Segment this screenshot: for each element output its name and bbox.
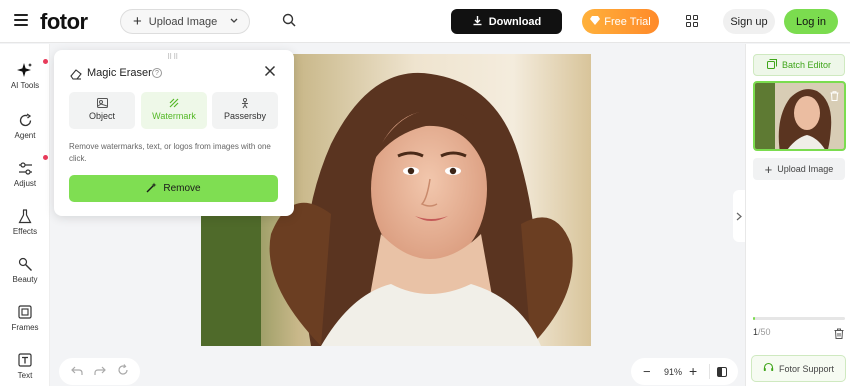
log-in-button[interactable]: Log in <box>784 9 838 34</box>
history-controls <box>59 358 140 385</box>
batch-icon <box>766 59 777 71</box>
plus-icon: + <box>764 161 773 177</box>
upload-image-label: Upload Image <box>777 164 834 174</box>
upload-progress-bar <box>753 317 845 320</box>
sidebar-item-label: Agent <box>14 131 36 140</box>
sidebar-item-label: Frames <box>11 323 39 332</box>
magic-wand-icon <box>146 182 157 196</box>
diamond-icon <box>590 15 601 28</box>
batch-editor-label: Batch Editor <box>781 60 832 70</box>
magic-eraser-panel: ⠿⠿ Magic Eraser ? Object Watermark Passe… <box>54 50 294 216</box>
sidebar-item-label: Text <box>17 371 33 380</box>
brush-icon <box>17 256 33 272</box>
headset-icon <box>763 362 774 375</box>
drag-handle-icon[interactable]: ⠿⠿ <box>167 53 179 61</box>
remove-label: Remove <box>163 183 201 194</box>
sidebar-item-agent[interactable]: Agent <box>0 112 50 140</box>
upload-image-button[interactable]: + Upload Image <box>120 9 250 34</box>
panel-description: Remove watermarks, text, or logos from i… <box>69 142 271 163</box>
sidebar-item-label: Effects <box>12 227 38 236</box>
text-icon <box>17 352 33 368</box>
sidebar-item-adjust[interactable]: Adjust <box>0 160 50 188</box>
sidebar-item-label: AI Tools <box>10 81 40 90</box>
notification-dot <box>43 59 48 64</box>
upload-image-button-secondary[interactable]: + Upload Image <box>753 158 845 180</box>
sliders-icon <box>17 160 33 176</box>
object-icon <box>97 98 108 108</box>
download-icon <box>472 15 483 29</box>
zoom-controls: − 91% + <box>631 358 738 385</box>
upload-progress-fill <box>753 317 755 320</box>
download-button[interactable]: Download <box>451 9 562 34</box>
fotor-support-button[interactable]: Fotor Support <box>751 355 846 382</box>
sign-up-button[interactable]: Sign up <box>723 9 775 34</box>
plus-icon: + <box>133 13 142 30</box>
image-count: 1/50 <box>753 327 771 337</box>
sidebar-item-label: Adjust <box>13 179 37 188</box>
sidebar-item-effects[interactable]: Effects <box>0 208 50 236</box>
remove-button[interactable]: Remove <box>69 175 278 202</box>
mode-label: Watermark <box>152 111 196 121</box>
zoom-level: 91% <box>664 367 683 377</box>
close-icon[interactable] <box>264 64 276 81</box>
delete-thumbnail-icon[interactable] <box>830 88 839 101</box>
eraser-icon <box>70 67 82 80</box>
sparkle-icon <box>17 62 33 78</box>
upload-image-label: Upload Image <box>148 15 218 28</box>
agent-icon <box>17 112 33 128</box>
mode-label: Passersby <box>223 111 267 121</box>
download-label: Download <box>488 15 542 28</box>
free-trial-label: Free Trial <box>604 15 651 28</box>
divider <box>709 364 710 379</box>
free-trial-button[interactable]: Free Trial <box>582 9 659 34</box>
sidebar-item-ai-tools[interactable]: AI Tools <box>0 62 50 90</box>
zoom-in-icon[interactable]: + <box>689 363 697 379</box>
redo-icon[interactable] <box>93 365 106 379</box>
frame-icon <box>17 304 33 320</box>
mode-watermark[interactable]: Watermark <box>141 92 207 129</box>
chevron-down-icon[interactable] <box>229 15 239 28</box>
batch-editor-button[interactable]: Batch Editor <box>753 54 845 76</box>
mode-label: Object <box>88 111 115 121</box>
sidebar-item-beauty[interactable]: Beauty <box>0 256 50 284</box>
trash-icon[interactable] <box>834 326 844 339</box>
right-panel: Batch Editor + Upload Image 1/50 Fotor S… <box>745 44 850 386</box>
fotor-support-label: Fotor Support <box>778 363 835 374</box>
fotor-logo[interactable]: fotor <box>40 9 88 35</box>
reset-icon[interactable] <box>117 364 129 379</box>
apps-grid-icon[interactable] <box>686 15 698 27</box>
sidebar-item-text[interactable]: Text <box>0 352 50 380</box>
mode-passersby[interactable]: Passersby <box>212 92 278 129</box>
sidebar-item-frames[interactable]: Frames <box>0 304 50 332</box>
compare-icon[interactable] <box>717 367 727 377</box>
help-icon[interactable]: ? <box>152 68 162 78</box>
top-bar: fotor + Upload Image Download Free Trial… <box>0 0 850 43</box>
image-count-total: /50 <box>758 327 771 337</box>
menu-icon[interactable] <box>14 14 28 26</box>
mode-object[interactable]: Object <box>69 92 135 129</box>
collapse-panel-handle[interactable] <box>733 190 745 242</box>
chevron-right-icon <box>736 212 742 220</box>
notification-dot <box>43 155 48 160</box>
image-thumbnail[interactable] <box>753 81 846 151</box>
zoom-out-icon[interactable]: − <box>643 364 651 379</box>
undo-icon[interactable] <box>70 365 83 379</box>
panel-title: Magic Eraser <box>87 67 152 79</box>
person-icon <box>240 97 250 109</box>
watermark-icon <box>169 98 179 108</box>
search-icon[interactable] <box>282 13 296 27</box>
flask-icon <box>17 208 33 224</box>
sidebar-item-label: Beauty <box>12 275 38 284</box>
left-toolbar: AI Tools Agent Adjust Effects Beauty Fra… <box>0 44 50 386</box>
